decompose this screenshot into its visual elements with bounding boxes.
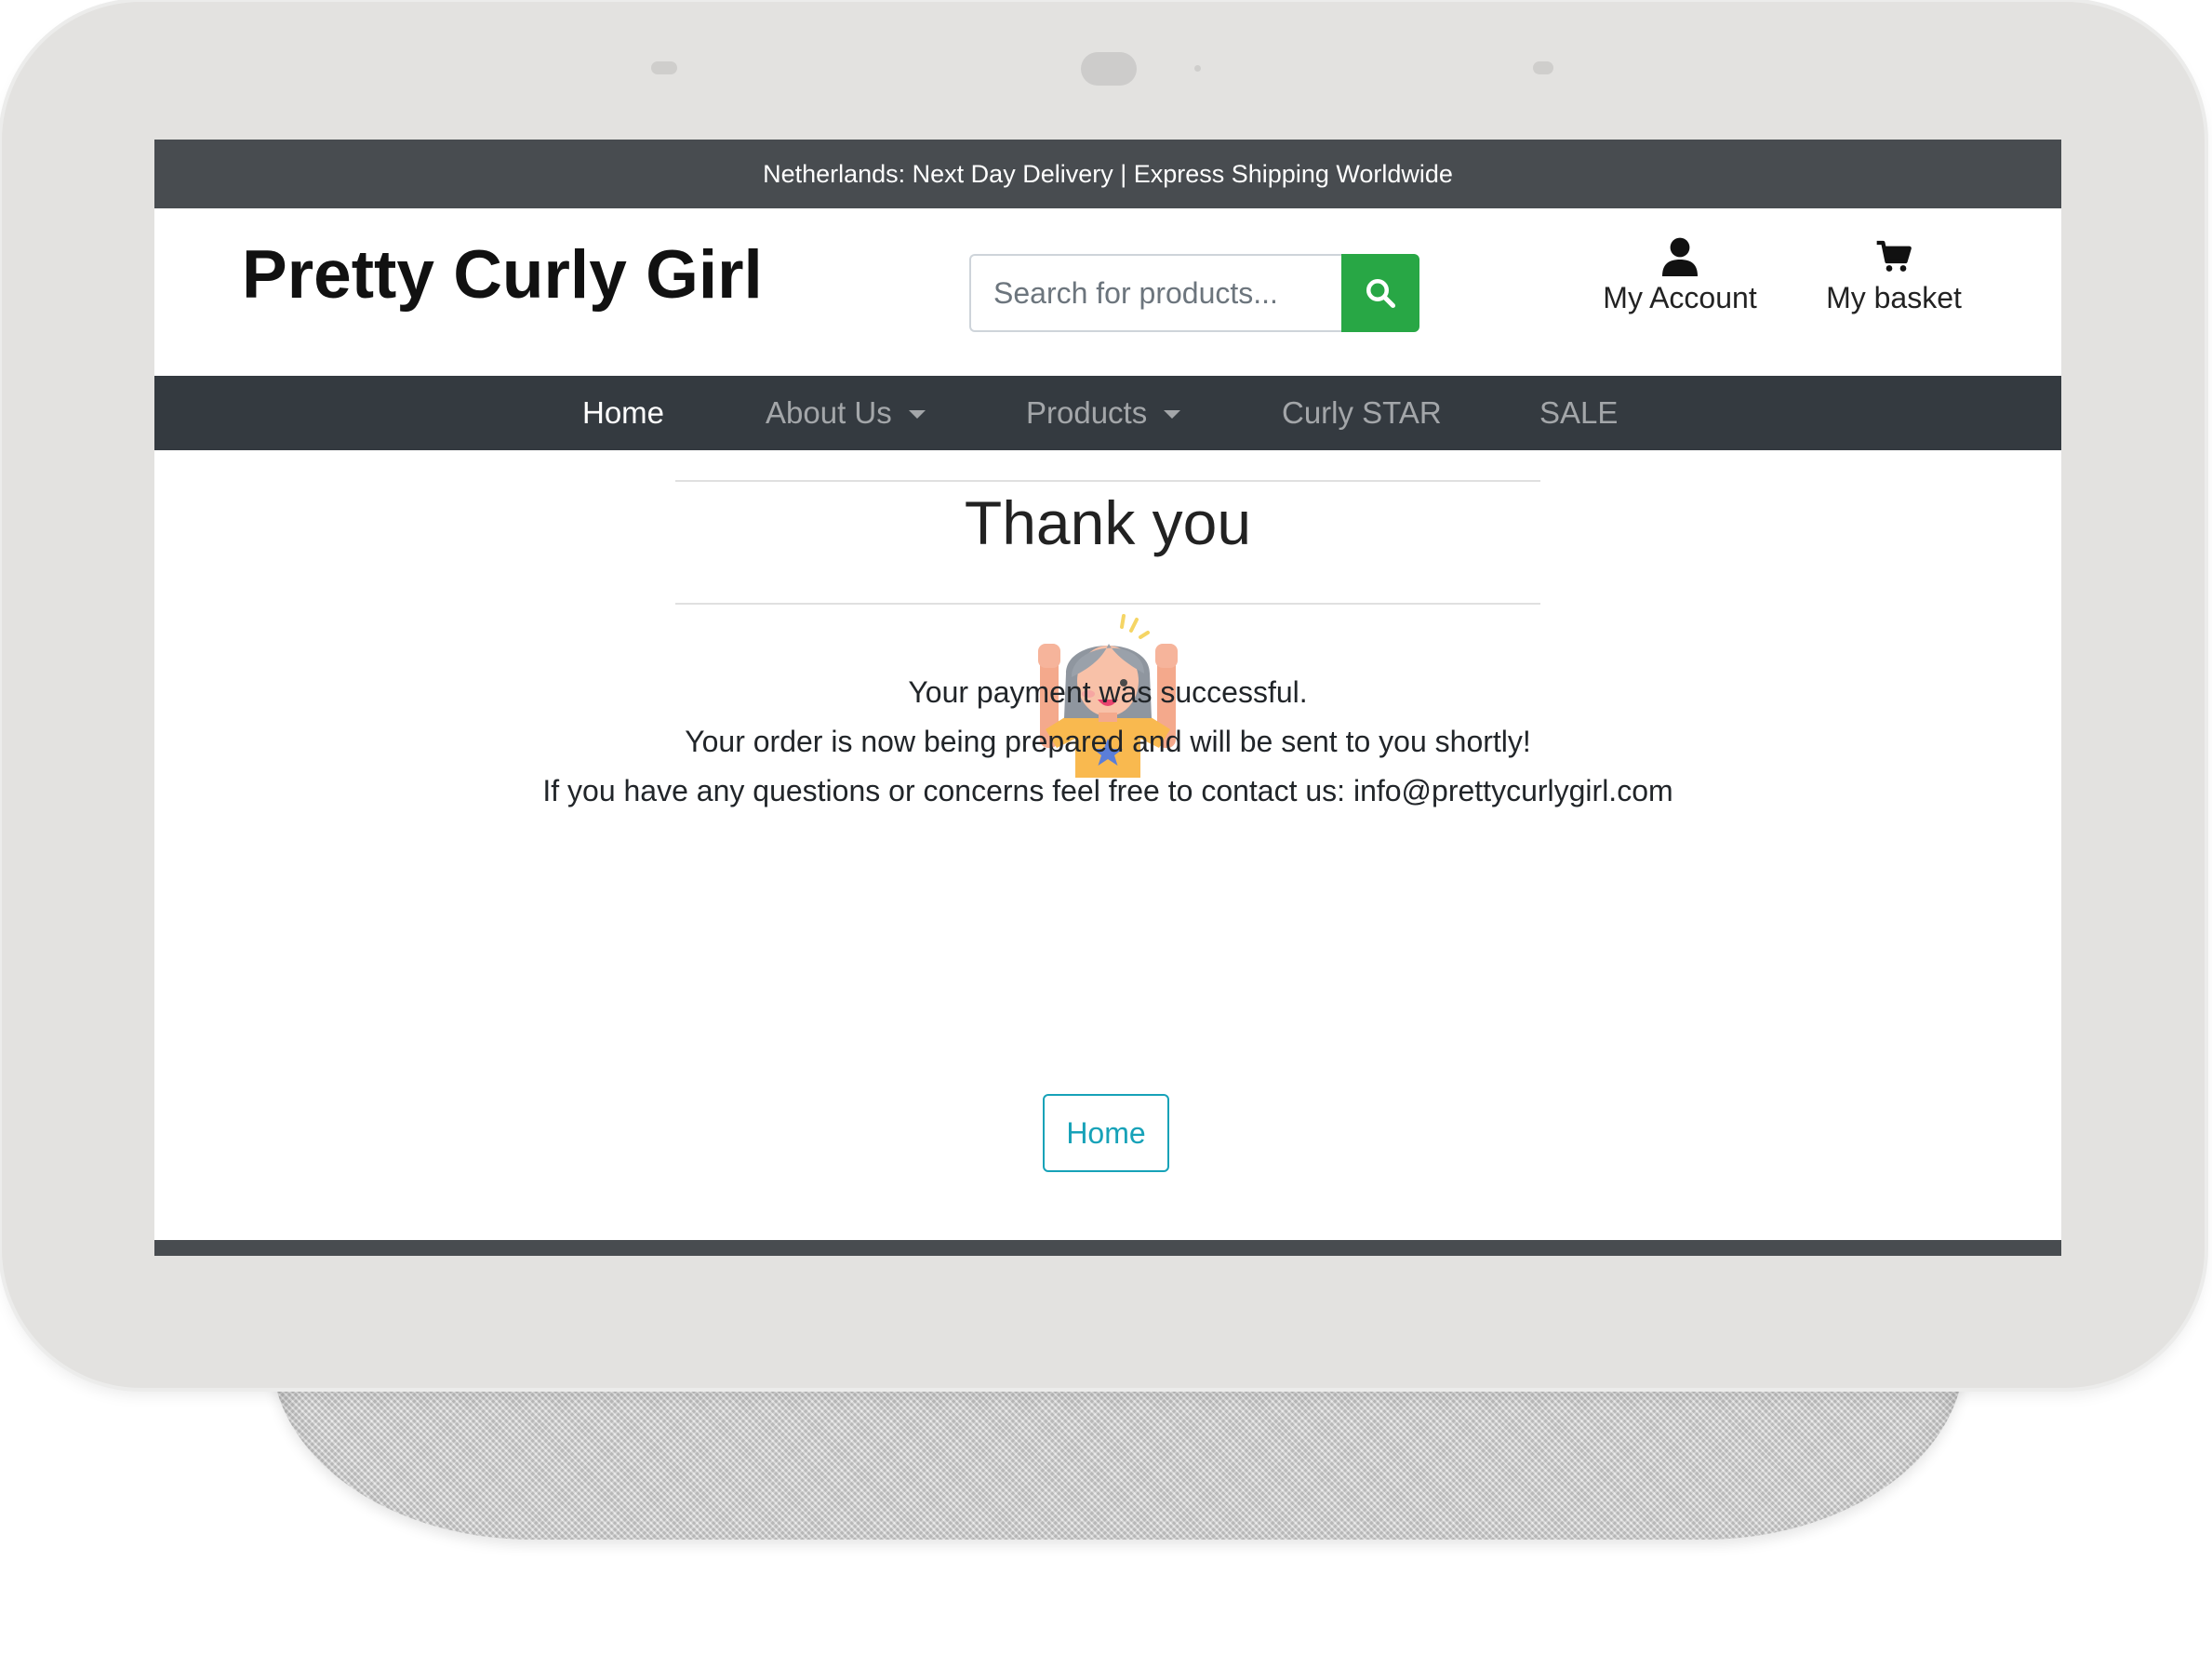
device-screen: Netherlands: Next Day Delivery | Express… — [154, 140, 2061, 1256]
camera-indicator — [1194, 65, 1201, 72]
site-logo[interactable]: Pretty Curly Girl — [242, 236, 763, 313]
nav-curly-star[interactable]: Curly STAR — [1282, 376, 1442, 450]
nav-curly-star-label: Curly STAR — [1282, 395, 1442, 430]
site-header: Pretty Curly Girl My Acc — [154, 208, 2061, 376]
microphone — [1533, 61, 1553, 74]
camera — [1081, 52, 1137, 86]
my-account-link[interactable]: My Account — [1587, 236, 1773, 315]
device-stage: Netherlands: Next Day Delivery | Express… — [0, 0, 2212, 1667]
my-basket-link[interactable]: My basket — [1801, 236, 1987, 315]
divider-bottom — [675, 603, 1540, 605]
contact-message: If you have any questions or concerns fe… — [542, 774, 1673, 807]
delivery-banner: Netherlands: Next Day Delivery | Express… — [154, 140, 2061, 208]
search-form — [969, 254, 1419, 332]
search-button[interactable] — [1341, 254, 1419, 332]
user-icon — [1662, 237, 1698, 276]
cart-icon — [1876, 240, 1912, 272]
delivery-banner-text: Netherlands: Next Day Delivery | Express… — [763, 159, 1453, 188]
my-basket-label: My basket — [1826, 281, 1962, 314]
chevron-down-icon — [908, 410, 926, 419]
nav-products-label: Products — [1026, 395, 1148, 430]
nav-home-label: Home — [582, 395, 665, 430]
divider-top — [675, 480, 1540, 482]
chevron-down-icon — [1164, 410, 1181, 419]
order-prepared-message: Your order is now being prepared and wil… — [685, 725, 1531, 758]
nav-products[interactable]: Products — [1026, 376, 1181, 450]
light-sensor — [651, 61, 677, 74]
footer-bar — [154, 1240, 2061, 1256]
thank-you-content: Thank you Your payment was successful. Y… — [154, 450, 2061, 1243]
main-navigation: Home About Us Products Curly STAR SALE — [154, 376, 2061, 450]
page-title: Thank you — [964, 488, 1252, 557]
nav-sale[interactable]: SALE — [1539, 376, 1618, 450]
nav-about-us[interactable]: About Us — [766, 376, 926, 450]
nav-sale-label: SALE — [1539, 395, 1619, 430]
home-button[interactable]: Home — [1043, 1094, 1169, 1172]
nav-about-us-label: About Us — [766, 395, 892, 430]
nav-home[interactable]: Home — [582, 376, 664, 450]
my-account-label: My Account — [1603, 281, 1757, 314]
search-input[interactable] — [969, 254, 1341, 332]
payment-success-message: Your payment was successful. — [908, 675, 1308, 709]
search-icon — [1366, 279, 1396, 309]
device-bezel: Netherlands: Next Day Delivery | Express… — [2, 2, 2205, 1388]
